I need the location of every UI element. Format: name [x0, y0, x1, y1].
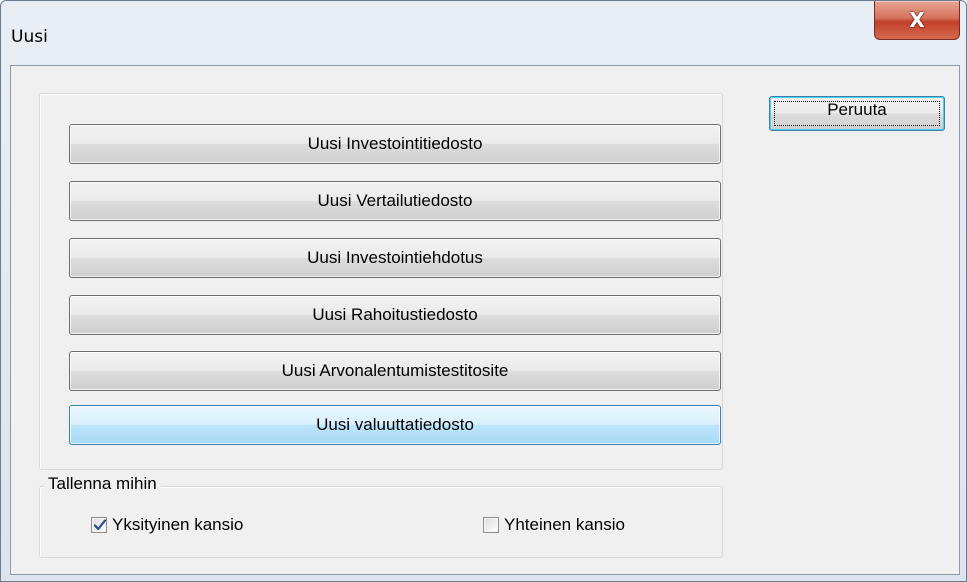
new-investment-proposal-button[interactable]: Uusi Investointiehdotus: [69, 238, 721, 278]
new-impairment-test-button[interactable]: Uusi Arvonalentumistestitosite: [69, 351, 721, 391]
check-mark-icon: [93, 519, 107, 531]
title-bar[interactable]: Uusi X: [1, 1, 966, 65]
checkbox-checked[interactable]: [91, 517, 107, 533]
close-button[interactable]: X: [874, 1, 960, 40]
new-investment-file-button[interactable]: Uusi Investointitiedosto: [69, 124, 721, 164]
window-title: Uusi: [11, 27, 48, 47]
new-currency-file-button[interactable]: Uusi valuuttatiedosto: [69, 405, 721, 445]
close-icon: X: [909, 8, 925, 32]
new-comparison-file-button[interactable]: Uusi Vertailutiedosto: [69, 181, 721, 221]
dialog-window: Uusi X Uusi Investointitiedosto Uusi Ver…: [0, 0, 967, 582]
shared-folder-checkbox[interactable]: Yhteinen kansio: [483, 515, 625, 535]
private-folder-checkbox[interactable]: Yksityinen kansio: [91, 515, 243, 535]
dialog-client-area: Uusi Investointitiedosto Uusi Vertailuti…: [10, 65, 960, 575]
checkbox-unchecked[interactable]: [483, 517, 499, 533]
private-folder-label: Yksityinen kansio: [112, 515, 244, 534]
cancel-button-label: Peruuta: [827, 99, 887, 119]
save-location-legend: Tallenna mihin: [44, 474, 161, 494]
cancel-button[interactable]: Peruuta: [769, 96, 945, 131]
shared-folder-label: Yhteinen kansio: [504, 515, 625, 534]
new-financing-file-button[interactable]: Uusi Rahoitustiedosto: [69, 295, 721, 335]
